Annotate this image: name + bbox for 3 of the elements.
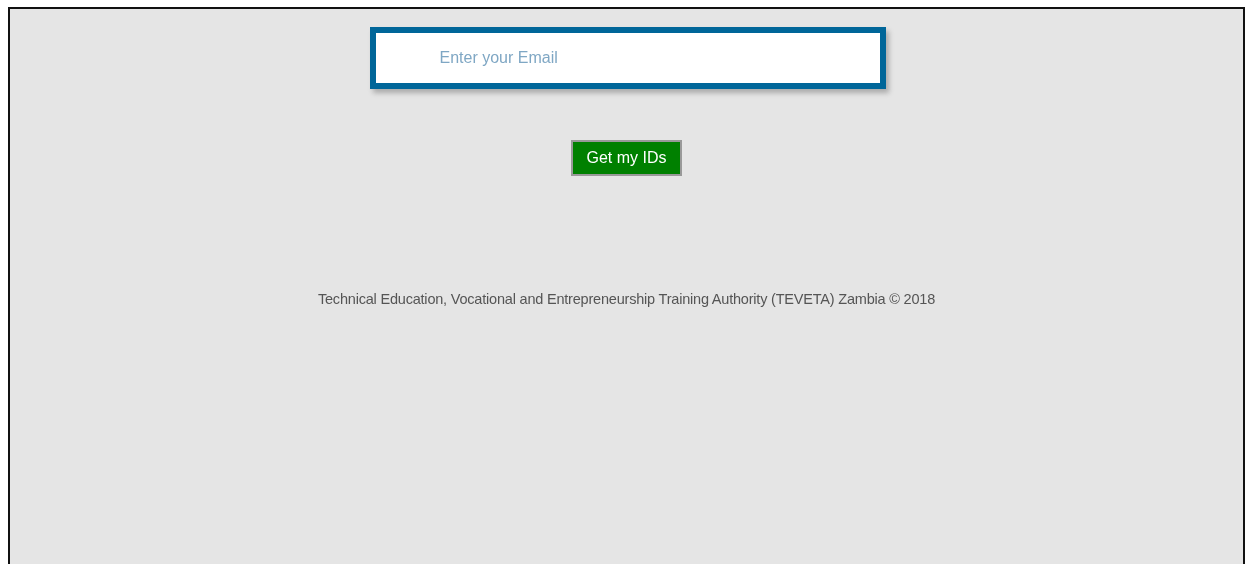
footer-text: Technical Education, Vocational and Entrepreneurship Training Authority (TEVETA) Zambia © 2018	[317, 291, 936, 307]
email-field[interactable]: Enter your Email	[369, 27, 886, 89]
get-ids-button[interactable]: Get my IDs	[571, 140, 682, 176]
